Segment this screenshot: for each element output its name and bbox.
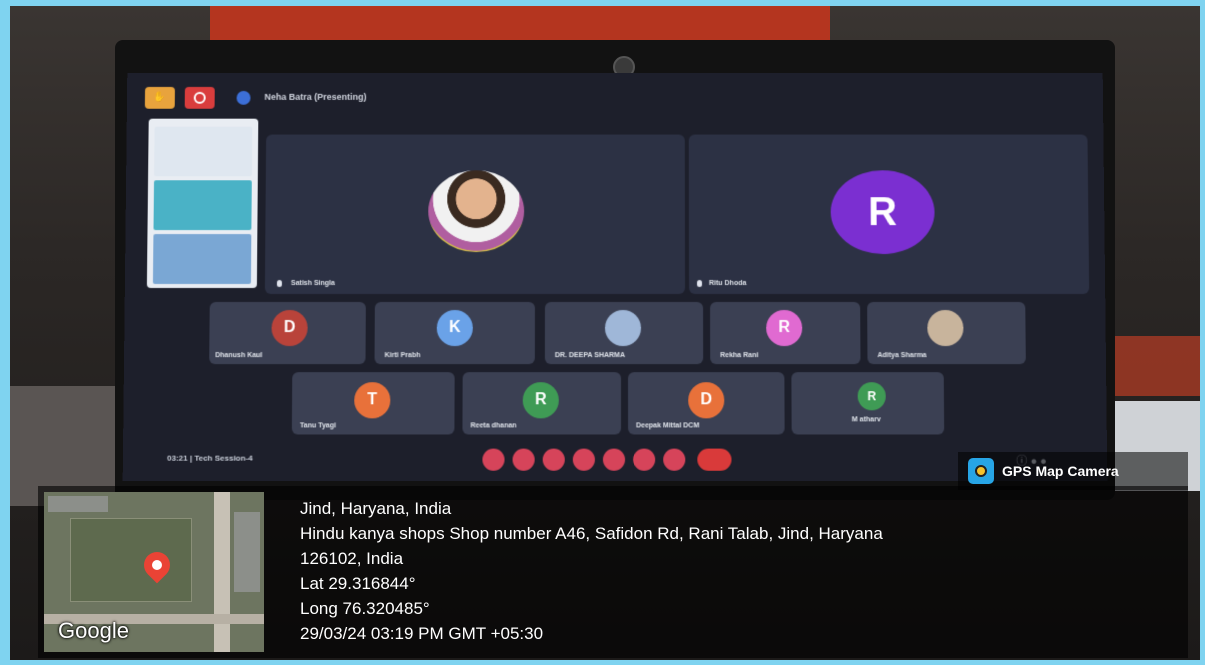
mic-icon <box>277 280 282 287</box>
avatar: R <box>766 310 802 346</box>
participant-name: Rekha Rani <box>720 352 758 359</box>
meeting-clock: 03:21 | Tech Session-4 <box>167 454 253 463</box>
google-logo: Google <box>58 618 129 644</box>
participant-name: Deepak Mittal DCM <box>636 422 699 429</box>
location-details: Jind, Haryana, India Hindu kanya shops S… <box>300 496 883 646</box>
avatar: D <box>688 382 724 418</box>
emoji-button[interactable] <box>573 449 595 471</box>
gps-camera-icon <box>968 458 994 484</box>
participant-tile[interactable]: Aditya Sharma <box>867 302 1026 364</box>
participant-name: Ritu Dhoda <box>709 280 746 287</box>
participant-tile[interactable]: R Reeta dhanan <box>462 372 621 434</box>
location-title: Jind, Haryana, India <box>300 496 883 521</box>
latitude: Lat 29.316844° <box>300 571 883 596</box>
avatar: R <box>830 170 934 254</box>
photo: ✋ Neha Batra (Presenting) Satish Singla … <box>10 6 1200 660</box>
participant-tile[interactable]: D Deepak Mittal DCM <box>628 372 785 434</box>
location-overlay: Google Jind, Haryana, India Hindu kanya … <box>38 486 1188 658</box>
avatar: R <box>858 382 886 410</box>
mic-button[interactable] <box>482 449 504 471</box>
avatar <box>927 310 963 346</box>
mic-icon <box>697 280 702 287</box>
participant-name: DR. DEEPA SHARMA <box>555 352 625 359</box>
slide-thumb <box>154 127 252 177</box>
raise-hand-button[interactable] <box>633 449 655 471</box>
participant-name: Dhanush Kaul <box>215 352 262 359</box>
participant-name: Kirti Prabh <box>385 352 421 359</box>
participant-tile[interactable]: DR. DEEPA SHARMA <box>545 302 703 364</box>
record-icon[interactable] <box>185 87 215 109</box>
gps-camera-title: GPS Map Camera <box>1002 463 1119 479</box>
gps-camera-badge: GPS Map Camera <box>958 452 1188 490</box>
present-button[interactable] <box>603 449 625 471</box>
address-line: Hindu kanya shops Shop number A46, Safid… <box>300 521 883 546</box>
presentation-thumbnail[interactable] <box>147 119 258 288</box>
presenting-icon <box>237 91 251 105</box>
meeting-topbar: ✋ Neha Batra (Presenting) <box>127 73 1103 113</box>
avatar <box>605 310 641 346</box>
longitude: Long 76.320485° <box>300 596 883 621</box>
more-options-button[interactable] <box>663 449 685 471</box>
map-building <box>48 496 108 512</box>
hand-raise-icon[interactable]: ✋ <box>145 87 175 109</box>
participant-name: Satish Singla <box>291 280 335 287</box>
camera-button[interactable] <box>513 449 535 471</box>
avatar: R <box>523 382 559 418</box>
timestamp: 29/03/24 03:19 PM GMT +05:30 <box>300 621 883 646</box>
participant-name: M atharv <box>852 416 881 423</box>
end-call-button[interactable] <box>697 449 731 471</box>
map-building <box>234 512 260 592</box>
avatar: T <box>354 382 390 418</box>
map-field <box>70 518 192 602</box>
avatar: D <box>271 310 307 346</box>
address-line: 126102, India <box>300 546 883 571</box>
presenter-label: Neha Batra (Presenting) <box>264 92 366 102</box>
map-thumbnail: Google <box>44 492 264 652</box>
participant-name: Aditya Sharma <box>877 352 926 359</box>
participant-tile-large[interactable]: Satish Singla <box>265 135 685 294</box>
participant-tile-large[interactable]: R Ritu Dhoda <box>689 135 1089 294</box>
participant-name: Tanu Tyagi <box>300 422 336 429</box>
participant-tile[interactable]: R Rekha Rani <box>710 302 860 364</box>
slide-thumb <box>153 234 251 284</box>
participant-tile[interactable]: K Kirti Prabh <box>375 302 535 364</box>
avatar <box>428 170 524 252</box>
participant-tile[interactable]: R M atharv <box>791 372 944 434</box>
participant-name: Reeta dhanan <box>470 422 516 429</box>
laptop-screen: ✋ Neha Batra (Presenting) Satish Singla … <box>123 73 1108 481</box>
participant-tile[interactable]: T Tanu Tyagi <box>292 372 455 434</box>
map-road <box>214 492 230 652</box>
participant-tile[interactable]: D Dhanush Kaul <box>209 302 366 364</box>
captions-button[interactable] <box>543 449 565 471</box>
avatar: K <box>437 310 473 346</box>
slide-thumb <box>153 180 251 230</box>
